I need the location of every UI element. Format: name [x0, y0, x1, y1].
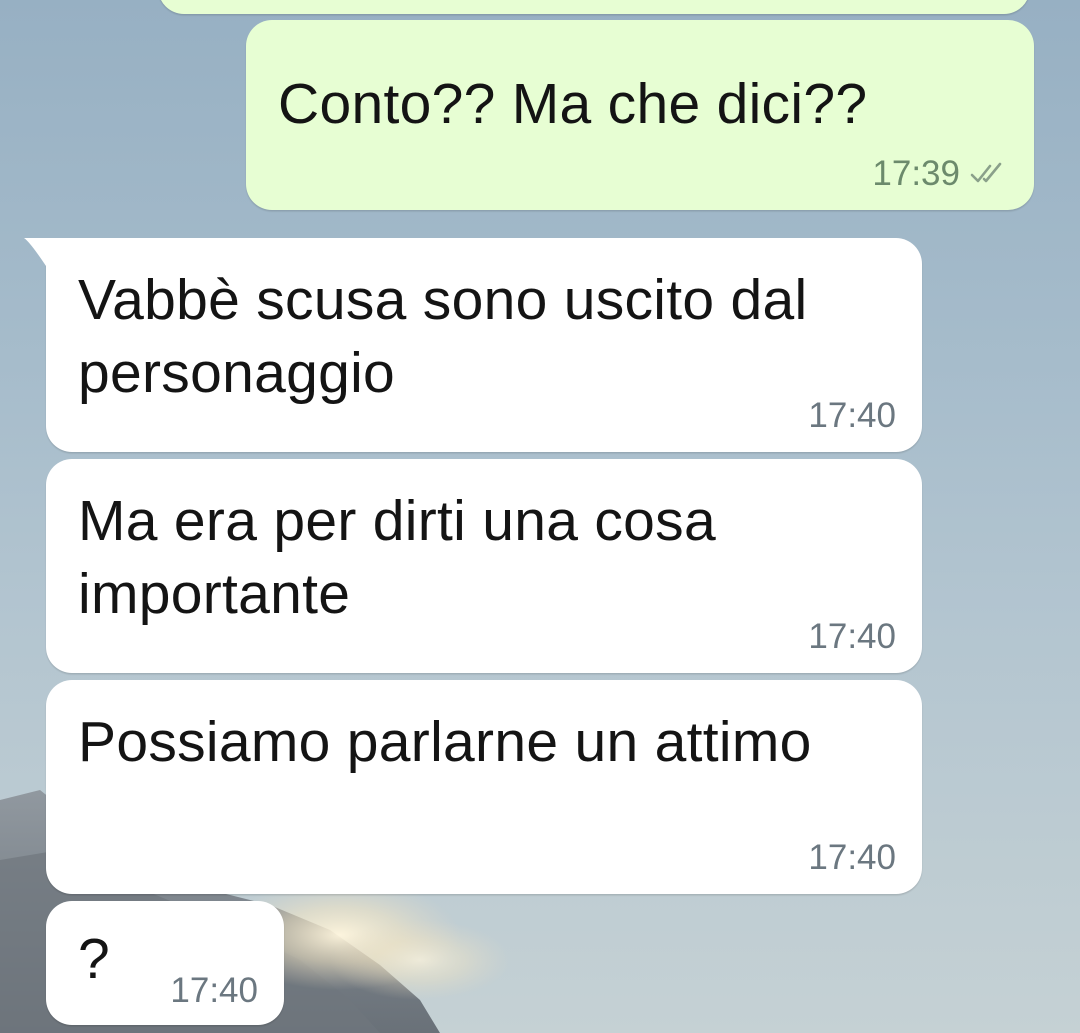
message-meta: 17:40 [808, 838, 896, 878]
message-time: 17:40 [170, 971, 258, 1010]
message-meta: 17:40 [808, 617, 896, 657]
message-text: Conto?? Ma che dici?? [278, 72, 868, 136]
message-text: Ma era per dirti una cosa importante [78, 489, 716, 626]
message-time: 17:40 [808, 396, 896, 435]
message-time: 17:40 [808, 617, 896, 656]
message-text: Vabbè scusa sono uscito dal personaggio [78, 268, 808, 405]
message-bubble-incoming[interactable]: ? 17:40 [46, 901, 284, 1025]
message-list[interactable]: Conto?? Ma che dici?? 17:39 Vabbè scusa … [0, 0, 1080, 1033]
read-double-check-icon [970, 162, 1002, 183]
message-text: Possiamo parlarne un attimo [78, 710, 812, 774]
message-bubble-incoming[interactable]: Possiamo parlarne un attimo 17:40 [46, 680, 922, 894]
message-time: 17:39 [872, 154, 960, 193]
message-meta: 17:40 [808, 396, 896, 436]
message-bubble-outgoing[interactable]: Conto?? Ma che dici?? 17:39 [246, 20, 1034, 210]
message-meta: 17:39 [872, 154, 1008, 194]
message-bubble-partial[interactable] [158, 0, 1030, 14]
message-bubble-incoming[interactable]: Ma era per dirti una cosa importante 17:… [46, 459, 922, 673]
bubble-tail [24, 238, 54, 268]
message-bubble-incoming[interactable]: Vabbè scusa sono uscito dal personaggio … [24, 238, 922, 452]
message-text: ? [78, 927, 111, 991]
message-meta: 17:40 [170, 971, 258, 1011]
message-time: 17:40 [808, 838, 896, 877]
